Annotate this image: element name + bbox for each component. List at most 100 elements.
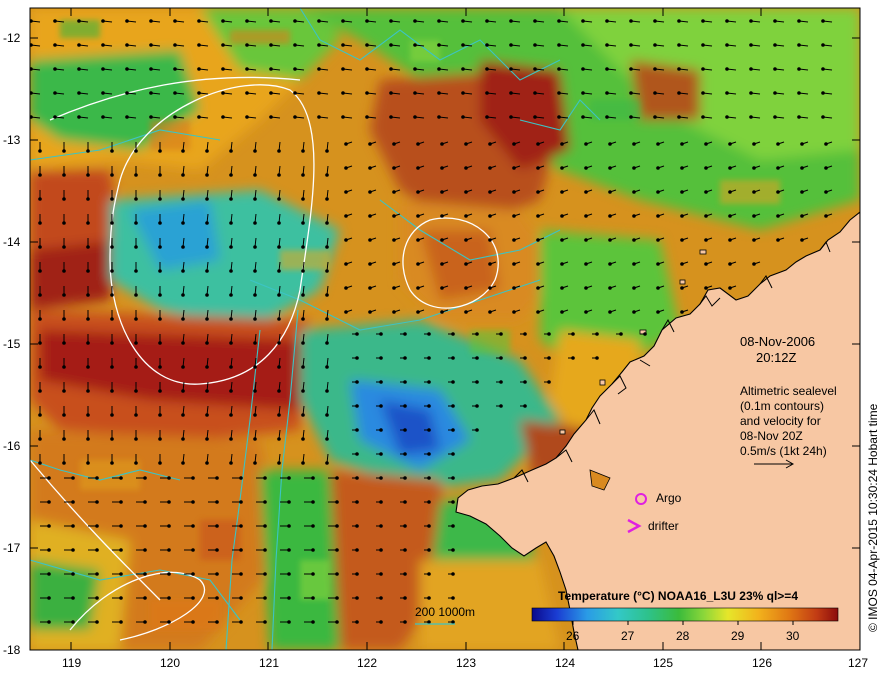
velocity-arrow-head — [536, 238, 540, 242]
velocity-arrow-head — [509, 67, 513, 71]
velocity-arrow-head — [77, 91, 81, 95]
velocity-arrow-head — [317, 43, 321, 47]
velocity-arrow-head — [389, 91, 393, 95]
velocity-arrow-head — [389, 19, 393, 23]
velocity-arrow-head — [413, 19, 417, 23]
velocity-arrow-head — [158, 413, 162, 417]
velocity-arrow-head — [71, 548, 75, 552]
velocity-arrow-head — [215, 596, 219, 600]
velocity-arrow-head — [488, 166, 492, 170]
velocity-arrow-head — [221, 19, 225, 23]
velocity-arrow-head — [95, 476, 99, 480]
velocity-arrow-head — [403, 572, 407, 576]
velocity-arrow-head — [464, 142, 468, 146]
velocity-arrow-head — [368, 262, 372, 266]
velocity-arrow-head — [317, 115, 321, 119]
velocity-arrow-head — [475, 332, 479, 336]
velocity-arrow-head — [77, 115, 81, 119]
velocity-arrow-head — [71, 572, 75, 576]
velocity-arrow-head — [158, 221, 162, 225]
velocity-arrow-head — [325, 245, 329, 249]
velocity-arrow-head — [344, 190, 348, 194]
velocity-arrow-head — [475, 428, 479, 432]
velocity-arrow-head — [608, 286, 612, 290]
velocity-arrow-head — [523, 380, 527, 384]
velocity-arrow-head — [392, 262, 396, 266]
velocity-arrow-head — [392, 286, 396, 290]
velocity-arrow-head — [629, 43, 633, 47]
velocity-arrow-head — [229, 173, 233, 177]
velocity-arrow-head — [752, 238, 756, 242]
velocity-arrow-head — [173, 43, 177, 47]
velocity-arrow-head — [379, 596, 383, 600]
velocity-arrow-head — [379, 452, 383, 456]
lat-tick-label: -13 — [3, 133, 21, 147]
velocity-arrow-head — [632, 238, 636, 242]
velocity-arrow-head — [215, 500, 219, 504]
velocity-arrow-head — [427, 524, 431, 528]
velocity-arrow-head — [440, 310, 444, 314]
velocity-arrow-head — [119, 572, 123, 576]
velocity-arrow-head — [143, 596, 147, 600]
velocity-arrow-head — [632, 310, 636, 314]
velocity-arrow-head — [86, 437, 90, 441]
velocity-arrow-head — [488, 214, 492, 218]
velocity-arrow-head — [427, 476, 431, 480]
velocity-arrow-head — [752, 262, 756, 266]
velocity-arrow-head — [773, 43, 777, 47]
colorbar-tick: 26 — [566, 629, 580, 643]
velocity-arrow-head — [287, 500, 291, 504]
velocity-arrow-head — [205, 269, 209, 273]
velocity-arrow-head — [403, 524, 407, 528]
velocity-arrow-head — [608, 238, 612, 242]
velocity-arrow-head — [512, 286, 516, 290]
velocity-arrow-head — [536, 214, 540, 218]
velocity-arrow-head — [437, 115, 441, 119]
velocity-arrow-head — [509, 19, 513, 23]
velocity-arrow-head — [392, 238, 396, 242]
velocity-arrow-head — [451, 548, 455, 552]
velocity-arrow-head — [62, 365, 66, 369]
velocity-arrow-head — [416, 142, 420, 146]
velocity-arrow-head — [263, 572, 267, 576]
velocity-arrow-head — [821, 91, 825, 95]
velocity-arrow-head — [239, 572, 243, 576]
velocity-arrow-head — [797, 43, 801, 47]
velocity-arrow-head — [608, 142, 612, 146]
velocity-arrow-head — [62, 245, 66, 249]
velocity-arrow-head — [547, 380, 551, 384]
velocity-arrow-head — [158, 461, 162, 465]
velocity-arrow-head — [341, 19, 345, 23]
velocity-arrow-head — [158, 317, 162, 321]
velocity-arrow-head — [403, 356, 407, 360]
velocity-arrow-head — [451, 356, 455, 360]
velocity-arrow-head — [158, 149, 162, 153]
velocity-arrow-head — [677, 43, 681, 47]
velocity-arrow-head — [205, 389, 209, 393]
velocity-arrow-head — [677, 91, 681, 95]
velocity-arrow-head — [451, 476, 455, 480]
velocity-arrow-head — [475, 380, 479, 384]
velocity-arrow-head — [680, 310, 684, 314]
velocity-arrow-head — [728, 262, 732, 266]
velocity-arrow-head — [341, 91, 345, 95]
velocity-arrow-head — [704, 262, 708, 266]
velocity-arrow-head — [656, 166, 660, 170]
velocity-arrow-head — [653, 19, 657, 23]
velocity-arrow-head — [749, 115, 753, 119]
velocity-arrow-head — [110, 317, 114, 321]
velocity-arrow-head — [560, 166, 564, 170]
velocity-arrow-head — [344, 262, 348, 266]
velocity-arrow-head — [392, 190, 396, 194]
velocity-arrow-head — [158, 197, 162, 201]
velocity-arrow-head — [547, 332, 551, 336]
velocity-arrow-head — [379, 428, 383, 432]
velocity-arrow-head — [632, 262, 636, 266]
lat-tick-label: -16 — [3, 439, 21, 453]
velocity-arrow-head — [389, 115, 393, 119]
velocity-arrow-head — [800, 142, 804, 146]
velocity-arrow-head — [287, 476, 291, 480]
velocity-arrow-head — [86, 173, 90, 177]
velocity-arrow-head — [245, 91, 249, 95]
velocity-arrow-head — [581, 115, 585, 119]
